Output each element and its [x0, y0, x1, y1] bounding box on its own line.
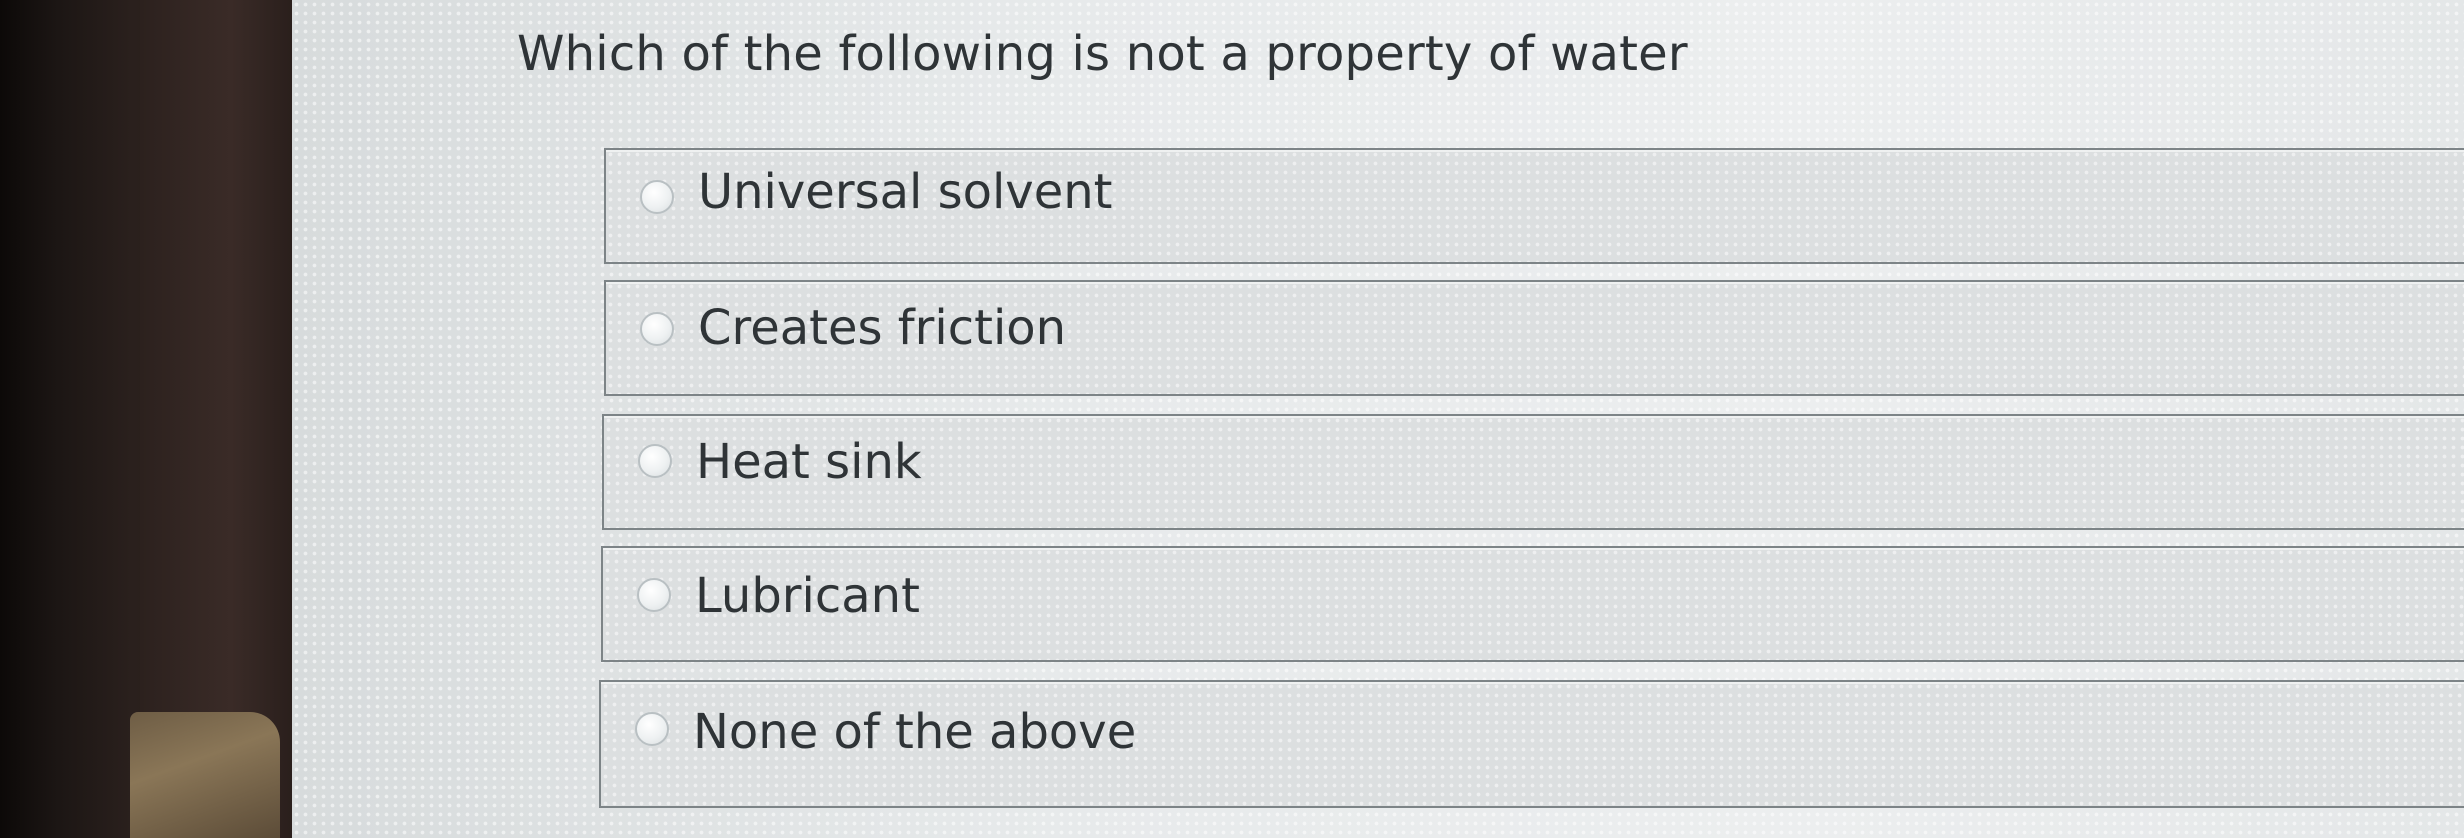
answer-option-label: Universal solvent: [698, 164, 1113, 220]
answer-option-lubricant[interactable]: Lubricant: [601, 546, 2464, 662]
question-text: Which of the following is not a property…: [517, 26, 1688, 82]
background-object: [130, 712, 280, 838]
answer-option-creates-friction[interactable]: Creates friction: [604, 280, 2464, 396]
answer-option-heat-sink[interactable]: Heat sink: [602, 414, 2464, 530]
answer-option-label: Heat sink: [696, 434, 922, 490]
radio-button-icon[interactable]: [638, 444, 672, 478]
answer-option-label: None of the above: [693, 704, 1137, 760]
radio-button-icon[interactable]: [640, 312, 674, 346]
answer-option-label: Lubricant: [695, 568, 920, 624]
answer-option-none-of-the-above[interactable]: None of the above: [599, 680, 2464, 808]
quiz-screen: Which of the following is not a property…: [292, 0, 2464, 838]
answer-option-universal-solvent[interactable]: Universal solvent: [604, 148, 2464, 264]
radio-button-icon[interactable]: [640, 180, 674, 214]
answer-option-label: Creates friction: [698, 300, 1067, 356]
radio-button-icon[interactable]: [635, 712, 669, 746]
radio-button-icon[interactable]: [637, 578, 671, 612]
